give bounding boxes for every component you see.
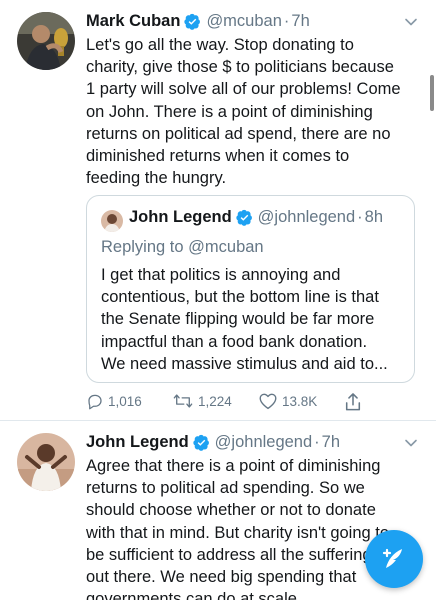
like-button[interactable]: 13.8K bbox=[258, 392, 317, 410]
author-name[interactable]: Mark Cuban bbox=[86, 12, 180, 31]
tweet-text-line: Agree that there is a point of diminishi… bbox=[86, 457, 381, 475]
reply-icon bbox=[88, 394, 102, 410]
tweet-text-line: returns on political ad spend, there are… bbox=[86, 124, 391, 143]
tweet-text-line: 1 party will solve all of our problems! … bbox=[86, 80, 401, 99]
quoted-author-handle[interactable]: @johnlegend bbox=[258, 208, 356, 227]
separator-dot: · bbox=[283, 11, 290, 30]
quoted-author-name[interactable]: John Legend bbox=[129, 208, 232, 227]
tweet-timestamp[interactable]: 7h bbox=[291, 12, 309, 31]
avatar-john-legend-small bbox=[101, 210, 123, 232]
separator-dot: · bbox=[357, 208, 363, 226]
retweet-count: 1,224 bbox=[198, 393, 232, 409]
author-handle[interactable]: @johnlegend bbox=[215, 433, 313, 452]
quoted-text-line: the Senate flipping would be far more bbox=[101, 310, 375, 329]
tweet-text-line: Let's go all the way. Stop donating to bbox=[86, 36, 354, 54]
avatar-john-legend[interactable] bbox=[17, 433, 75, 491]
compose-tweet-icon bbox=[382, 548, 402, 568]
tweet-text-line: charity, give those $ to politicians bec… bbox=[86, 58, 394, 77]
separator-dot: · bbox=[314, 432, 320, 451]
avatar-mark-cuban[interactable] bbox=[17, 12, 75, 70]
avatar-mark-cuban-image bbox=[17, 12, 75, 70]
retweet-icon bbox=[173, 394, 193, 408]
verified-badge-icon bbox=[236, 209, 253, 226]
heart-icon bbox=[259, 393, 277, 410]
retweet-button[interactable]: 1,224 bbox=[172, 392, 232, 410]
author-handle[interactable]: @mcuban bbox=[206, 12, 281, 31]
quoted-timestamp[interactable]: 8h bbox=[365, 208, 383, 227]
verified-badge-icon bbox=[184, 13, 201, 30]
avatar-john-legend-image bbox=[17, 433, 75, 491]
tweet-text: Agree that there is a point of diminishi… bbox=[86, 455, 416, 600]
tweet-timestamp[interactable]: 7h bbox=[322, 433, 340, 452]
replying-to-label: Replying to bbox=[101, 238, 184, 256]
quoted-text-line: impactful than a food bank donation. bbox=[101, 332, 368, 351]
verified-badge-icon bbox=[193, 434, 210, 451]
replying-to-mention[interactable]: @mcuban bbox=[188, 238, 263, 256]
tweet-text-line: with that in mind. But charity isn't goi… bbox=[86, 523, 390, 542]
tweet-text-line: on John. There is a point of diminishing bbox=[86, 102, 373, 121]
quoted-tweet[interactable]: John Legend @johnlegend · 8h Replying to… bbox=[86, 195, 415, 383]
quoted-text-line: We need massive stimulus and aid to... bbox=[101, 354, 388, 373]
scrollbar[interactable] bbox=[430, 75, 434, 111]
share-button[interactable] bbox=[344, 392, 366, 412]
quoted-tweet-text: I get that politics is annoying and cont… bbox=[101, 264, 388, 375]
compose-tweet-button[interactable] bbox=[365, 530, 423, 588]
tweet-text: Let's go all the way. Stop donating to c… bbox=[86, 34, 416, 189]
reply-count: 1,016 bbox=[108, 393, 142, 409]
reply-button[interactable]: 1,016 bbox=[86, 392, 142, 410]
share-icon bbox=[345, 393, 361, 411]
tweet-text-line: should choose whether or not to donate bbox=[86, 501, 376, 520]
chevron-down-icon[interactable] bbox=[403, 14, 419, 30]
tweet-text-line: governments can do at scale bbox=[86, 590, 297, 600]
quoted-text-line: I get that politics is annoying and bbox=[101, 266, 341, 284]
author-name[interactable]: John Legend bbox=[86, 433, 189, 452]
replying-to: Replying to @mcuban bbox=[101, 238, 264, 257]
quoted-text-line: contentious, but the bottom line is that bbox=[101, 288, 379, 307]
like-count: 13.8K bbox=[282, 393, 318, 409]
chevron-down-icon[interactable] bbox=[403, 435, 419, 451]
tweet-text-line: feeding the hungry. bbox=[86, 169, 227, 188]
tweet-actions: 1,016 1,224 13.8K bbox=[86, 392, 386, 414]
tweet-mark-cuban[interactable]: Mark Cuban @mcuban · 7h Let's go all the… bbox=[0, 0, 436, 420]
tweet-text-line: diminished returns when it comes to bbox=[86, 147, 350, 166]
tweet-text-line: returns to political ad spending. So we bbox=[86, 479, 365, 498]
